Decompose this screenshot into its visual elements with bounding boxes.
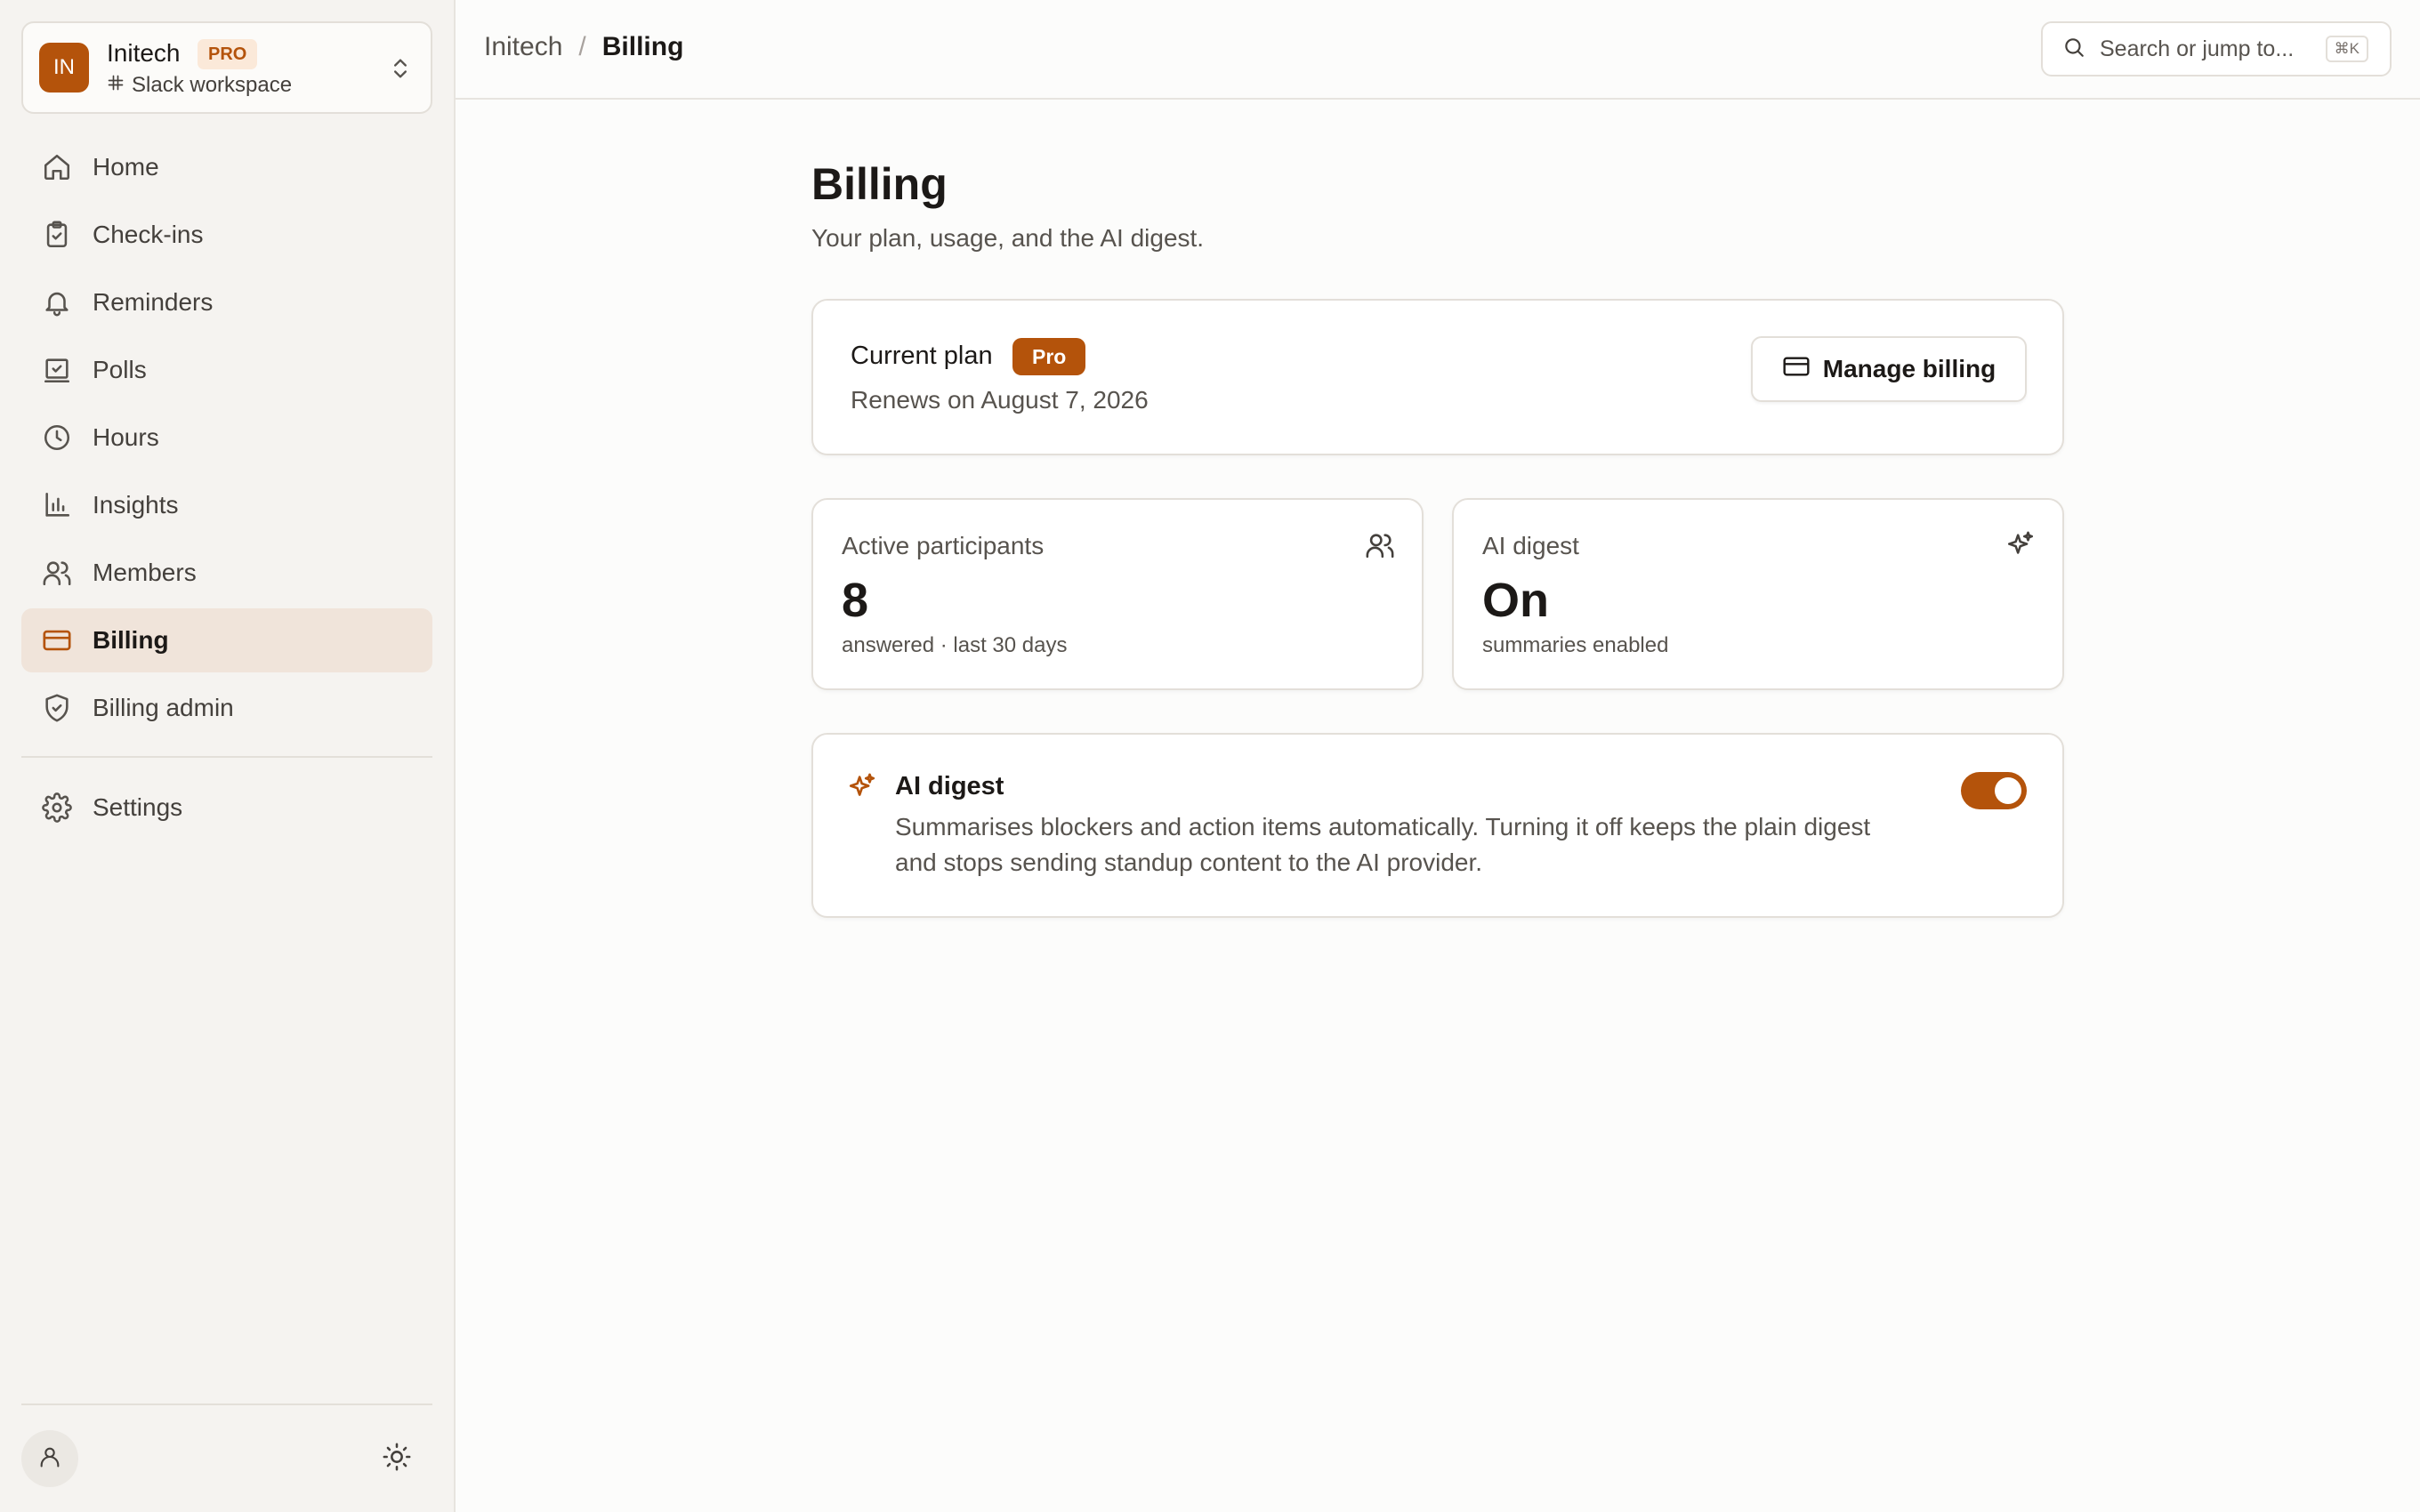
ai-digest-title: AI digest (895, 772, 1004, 800)
toggle-knob (1995, 777, 2021, 804)
workspace-plan-badge: PRO (198, 39, 258, 69)
workspace-avatar: IN (39, 43, 89, 92)
sidebar-item-home[interactable]: Home (21, 135, 432, 199)
sparkles-icon (2005, 530, 2036, 565)
manage-billing-label: Manage billing (1822, 355, 1996, 382)
workspace-subtitle-text: Slack workspace (132, 73, 293, 97)
theme-toggle-button[interactable] (379, 1441, 415, 1476)
sidebar-item-label: Settings (93, 793, 183, 821)
credit-card-icon (41, 624, 73, 656)
ai-digest-description: Summarises blockers and action items aut… (895, 813, 1871, 876)
search-input[interactable]: Search or jump to... ⌘K (2041, 21, 2392, 76)
sidebar: IN Initech PRO Slack workspace Home Chec… (0, 0, 456, 1512)
poll-box-icon (41, 354, 73, 386)
sidebar-bottom-divider (21, 1403, 432, 1405)
credit-card-icon (1782, 352, 1811, 387)
plan-renewal-date: Renews on August 7, 2026 (851, 386, 1149, 414)
topbar: Initech / Billing Search or jump to... ⌘… (456, 0, 2420, 100)
search-icon (2062, 36, 2085, 63)
sidebar-nav: Home Check-ins Reminders Polls Hours Ins… (21, 135, 432, 843)
sidebar-item-label: Reminders (93, 288, 214, 316)
stat-value: On (1482, 574, 1549, 627)
sidebar-item-label: Members (93, 559, 197, 586)
sidebar-item-label: Billing (93, 626, 169, 654)
search-shortcut: ⌘K (2325, 36, 2368, 62)
workspace-switcher[interactable]: IN Initech PRO Slack workspace (21, 21, 432, 114)
page-title: Billing (811, 159, 948, 209)
ai-digest-setting-card: AI digest Summarises blockers and action… (811, 733, 2064, 918)
breadcrumb-current: Billing (601, 32, 684, 61)
sidebar-item-check-ins[interactable]: Check-ins (21, 203, 432, 267)
sidebar-item-label: Insights (93, 491, 179, 519)
clock-icon (41, 422, 73, 454)
sidebar-item-billing[interactable]: Billing (21, 608, 432, 672)
plan-badge: Pro (1012, 338, 1086, 375)
clipboard-check-icon (41, 219, 73, 251)
sidebar-item-hours[interactable]: Hours (21, 406, 432, 470)
users-icon (1365, 530, 1395, 565)
shield-check-icon (41, 692, 73, 724)
sidebar-item-reminders[interactable]: Reminders (21, 270, 432, 334)
user-icon (37, 1444, 62, 1474)
stat-label: Active participants (842, 532, 1045, 559)
sidebar-divider (21, 756, 432, 758)
breadcrumb-separator: / (578, 32, 586, 61)
breadcrumb: Initech / Billing (484, 32, 683, 62)
page-subtitle: Your plan, usage, and the AI digest. (811, 224, 1205, 252)
stat-note: answered · last 30 days (842, 633, 1068, 657)
ai-digest-toggle[interactable] (1961, 772, 2027, 809)
stat-note: summaries enabled (1482, 633, 1669, 657)
user-menu-button[interactable] (21, 1430, 78, 1487)
sidebar-item-insights[interactable]: Insights (21, 473, 432, 537)
sidebar-item-settings[interactable]: Settings (21, 776, 432, 840)
bell-icon (41, 286, 73, 318)
sparkles-icon (847, 772, 877, 807)
sidebar-item-label: Check-ins (93, 221, 204, 248)
sidebar-item-polls[interactable]: Polls (21, 338, 432, 402)
users-icon (41, 557, 73, 589)
manage-billing-button[interactable]: Manage billing (1751, 336, 2027, 402)
search-placeholder: Search or jump to... (2100, 36, 2295, 61)
sidebar-item-label: Hours (93, 423, 159, 451)
sidebar-item-members[interactable]: Members (21, 541, 432, 605)
active-participants-card: Active participants 8 answered · last 30… (811, 498, 1424, 690)
sidebar-item-label: Billing admin (93, 694, 234, 721)
sun-icon (382, 1442, 412, 1476)
stat-value: 8 (842, 574, 869, 627)
workspace-name: Initech (107, 39, 181, 67)
slack-icon (107, 73, 125, 98)
sidebar-item-label: Home (93, 153, 159, 181)
chevron-up-down-icon (388, 55, 413, 86)
plan-label: Current plan (851, 342, 993, 370)
current-plan-card: Current plan Pro Renews on August 7, 202… (811, 299, 2064, 455)
ai-digest-stat-card: AI digest On summaries enabled (1452, 498, 2064, 690)
stat-label: AI digest (1482, 532, 1579, 559)
sidebar-item-label: Polls (93, 356, 147, 383)
breadcrumb-workspace[interactable]: Initech (484, 32, 562, 62)
home-icon (41, 151, 73, 183)
gear-icon (41, 792, 73, 824)
workspace-subtitle: Slack workspace (107, 73, 292, 98)
sidebar-item-billing-admin[interactable]: Billing admin (21, 676, 432, 740)
bar-chart-icon (41, 489, 73, 521)
